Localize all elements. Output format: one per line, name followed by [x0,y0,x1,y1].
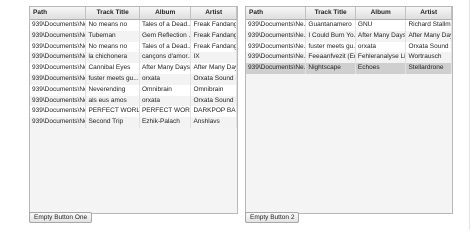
right-table-row[interactable]: 939\Documents\Ne... Nightscape Echoes Stell… [246,63,452,74]
right-table-panel: Path Track Title Album Artist 939\Docume… [245,6,453,214]
empty-button-two[interactable]: Empty Button 2 [245,212,300,223]
right-table-header: Path Track Title Album Artist [246,7,452,20]
left-table-cell: 939\Documents\Ne... [30,117,87,128]
right-table-cell: 939\Documents\Ne... [246,41,307,53]
left-table-cell: Anshlavs [191,117,237,128]
left-table-header: Path Track Title Album Artist [30,7,237,20]
left-table-row[interactable]: 939\Documents\Ne...als eus amosorxataOrx… [30,95,237,107]
left-table-cell: DARKPOP BAN... [191,106,237,118]
left-table-cell: After Many Days [191,63,237,74]
right-table-cell: Feeaanfvezit (Ed... [306,52,356,64]
left-table-cell: No means no [86,20,140,31]
right-table-cell: Orxata Sound S... [406,41,452,53]
left-table-cell: fuster meets gu... [86,73,140,85]
left-table-cell: Freak Fandang... [191,20,237,31]
left-table-cell: 939\Documents\Ne... [30,41,87,53]
left-table-row[interactable]: 939\Documents\Ne...No means noTales of a… [30,20,237,31]
right-header-artist[interactable]: Artist [406,7,452,19]
right-table-cell: 939\Documents\Ne... [246,63,307,74]
right-table-cell: orxata [356,41,407,53]
right-header-album[interactable]: Album [356,7,407,19]
right-table-row[interactable]: 939\Documents\Ne... Guantanamero GNU Richar… [246,20,452,31]
window-edge-line [469,0,470,230]
right-table-body: 939\Documents\Ne... Guantanamero GNU Richar… [246,20,452,74]
left-table-row[interactable]: 939\Documents\Ne...PERFECT WORLDPERFECT … [30,106,237,118]
left-table-cell: orxata [140,73,192,85]
left-table-cell: 939\Documents\Ne... [30,52,87,64]
left-table-cell: Tales of a Dead... [140,41,192,53]
left-table-cell: Cannibal Eyes [86,63,140,74]
left-table-cell: als eus amos [86,95,140,107]
left-table-row[interactable]: 939\Documents\Ne...No means noTales of a… [30,41,237,53]
right-table-row[interactable]: 939\Documents\Ne... I Could Burn Yo... Aft… [246,30,452,42]
left-table-cell: Second Trip [86,117,140,128]
left-table-cell: After Many Days [140,63,192,74]
left-table-cell: No means no [86,41,140,53]
left-header-artist[interactable]: Artist [191,7,237,19]
left-table-row[interactable]: 939\Documents\Ne...fuster meets gu...orx… [30,73,237,85]
left-table-panel: Path Track Title Album Artist 939\Docume… [29,6,238,214]
left-table-cell: Gem Reflection ... [140,30,192,42]
right-table-cell: 939\Documents\Ne... [246,52,307,64]
left-table-cell: la chichonera [86,52,140,64]
right-table-row[interactable]: 939\Documents\Ne... fuster meets gu... orx… [246,41,452,53]
right-table-cell: After Many Days [356,30,407,42]
right-track-table[interactable]: Path Track Title Album Artist 939\Docume… [246,7,452,210]
left-header-track-title[interactable]: Track Title [86,7,140,19]
left-table-cell: Freak Fandang... [191,41,237,53]
right-table-cell: GNU [356,20,407,31]
left-table-cell: 939\Documents\Ne... [30,84,87,96]
left-table-cell: Omnibrain [140,84,192,96]
left-table-row[interactable]: 939\Documents\Ne...Second TripEzhik-Pala… [30,117,237,128]
left-table-cell: Tubeman [86,30,140,42]
left-table-cell: PERFECT WORLD [86,106,140,118]
left-table-cell: 939\Documents\Ne... [30,30,87,42]
left-table-cell: orxata [140,95,192,107]
left-table-row[interactable]: 939\Documents\Ne...Cannibal EyesAfter Ma… [30,63,237,74]
left-table-cell: 939\Documents\Ne... [30,73,87,85]
right-table-cell: Nightscape [306,63,356,74]
left-table-cell: IX [191,52,237,64]
right-table-cell: Echoes [356,63,407,74]
empty-button-one[interactable]: Empty Button One [29,212,93,223]
left-table-body: 939\Documents\Ne...No means noTales of a… [30,20,237,128]
left-table-cell: Omnibrain [191,84,237,96]
left-table-cell: Orxata Sound S... [191,73,237,85]
right-table-cell: fuster meets gu... [306,41,356,53]
right-table-cell: Guantanamero [306,20,356,31]
left-table-row[interactable]: 939\Documents\Ne...la chichoneracançons … [30,52,237,64]
left-table-cell: Freak Fandang... [191,30,237,42]
left-table-row[interactable]: 939\Documents\Ne...NeverendingOmnibrainO… [30,84,237,96]
left-table-cell: Neverending [86,84,140,96]
right-table-cell: Fehleranalyse Li... [356,52,407,64]
right-header-track-title[interactable]: Track Title [306,7,356,19]
right-table-cell: Wortrausch [406,52,452,64]
left-table-row[interactable]: 939\Documents\Ne...TubemanGem Reflection… [30,30,237,42]
right-header-path[interactable]: Path [246,7,307,19]
left-header-album[interactable]: Album [140,7,192,19]
right-table-cell: 939\Documents\Ne... [246,20,307,31]
left-table-cell: Tales of a Dead... [140,20,192,31]
left-table-cell: 939\Documents\Ne... [30,95,87,107]
right-table-cell: Richard Stallman [406,20,452,31]
left-table-cell: Ezhik-Palach [140,117,192,128]
right-table-cell: Stellardrone [406,63,452,74]
left-table-cell: Orxata Sound S... [191,95,237,107]
left-table-cell: 939\Documents\Ne... [30,20,87,31]
left-table-cell: cançons d'amor... [140,52,192,64]
right-table-row[interactable]: 939\Documents\Ne...Feeaanfvezit (Ed...Fe… [246,52,452,64]
left-table-cell: 939\Documents\Ne... [30,106,87,118]
left-header-path[interactable]: Path [30,7,87,19]
right-table-cell: After Many Days [406,30,452,42]
right-table-cell: 939\Documents\Ne... [246,30,307,42]
right-table-cell: I Could Burn Yo... [306,30,356,42]
left-table-cell: PERFECT WORLD [140,106,192,118]
left-table-cell: 939\Documents\Ne... [30,63,87,74]
left-track-table[interactable]: Path Track Title Album Artist 939\Docume… [30,7,237,210]
